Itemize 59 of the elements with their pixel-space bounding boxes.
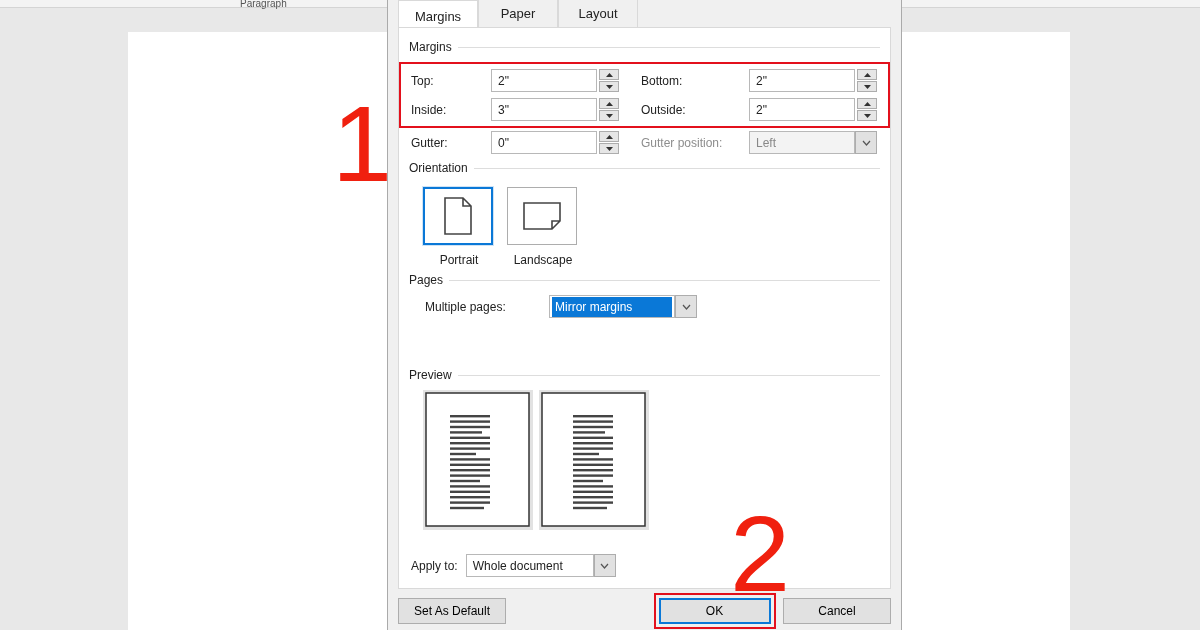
spin-down-button[interactable] — [599, 81, 619, 92]
orientation-button[interactable] — [423, 187, 493, 245]
up-arrow-icon — [863, 72, 871, 77]
ribbon-group-label: Paragraph — [240, 0, 287, 7]
orientation-label: Portrait — [438, 252, 479, 269]
spin-up-button[interactable] — [599, 98, 619, 109]
down-arrow-icon — [863, 113, 871, 118]
tab[interactable]: Margins — [398, 0, 478, 27]
section-heading: Orientation — [409, 160, 468, 177]
field-label: Multiple pages: — [424, 298, 507, 316]
spin-down-button[interactable] — [599, 110, 619, 121]
field-label: Apply to: — [410, 557, 458, 575]
dropdown[interactable]: Whole document — [465, 554, 594, 577]
down-arrow-icon — [605, 146, 613, 151]
tab[interactable]: Paper — [478, 0, 558, 27]
dropdown-button[interactable] — [593, 554, 616, 577]
chevron-down-icon — [600, 562, 610, 569]
spin-down-button[interactable] — [857, 110, 877, 121]
cancel-button[interactable]: Cancel — [783, 598, 891, 624]
spin-field[interactable]: 3" — [491, 98, 597, 121]
dropdown-button[interactable] — [855, 131, 877, 154]
section-heading: Margins — [409, 39, 452, 56]
field-label: Inside: — [410, 101, 448, 119]
field-label: Outside: — [640, 101, 687, 119]
orientation-label: Landscape — [512, 252, 573, 269]
up-arrow-icon — [605, 101, 613, 106]
up-arrow-icon — [605, 72, 613, 77]
chevron-down-icon — [681, 303, 691, 310]
tab[interactable]: Layout — [558, 0, 638, 27]
field-label: Top: — [410, 72, 435, 90]
field-label: Gutter position: — [640, 134, 724, 152]
orientation-button[interactable] — [507, 187, 577, 245]
spin-field[interactable]: 2" — [491, 69, 597, 92]
dropdown-button[interactable] — [675, 295, 697, 318]
default-button[interactable]: Set As Default — [398, 598, 506, 624]
spin-up-button[interactable] — [599, 69, 619, 80]
annotation-number: 1 — [332, 90, 393, 198]
down-arrow-icon — [605, 113, 613, 118]
dropdown: Left — [749, 131, 855, 154]
spin-field[interactable]: 0" — [491, 131, 597, 154]
spin-up-button[interactable] — [599, 131, 619, 142]
spin-up-button[interactable] — [857, 69, 877, 80]
up-arrow-icon — [863, 101, 871, 106]
down-arrow-icon — [605, 84, 613, 89]
spin-field[interactable]: 2" — [749, 98, 855, 121]
down-arrow-icon — [863, 84, 871, 89]
portrait-page-icon — [443, 196, 473, 236]
field-label: Gutter: — [410, 134, 449, 152]
landscape-page-icon — [522, 201, 562, 231]
spin-field[interactable]: 2" — [749, 69, 855, 92]
spin-down-button[interactable] — [857, 81, 877, 92]
field-label: Bottom: — [640, 72, 684, 90]
chevron-down-icon — [861, 139, 871, 146]
spin-up-button[interactable] — [857, 98, 877, 109]
section-heading: Pages — [409, 272, 444, 289]
up-arrow-icon — [605, 134, 613, 139]
spin-down-button[interactable] — [599, 143, 619, 154]
ok-button[interactable]: OK — [658, 598, 771, 624]
section-heading: Preview — [409, 367, 452, 384]
